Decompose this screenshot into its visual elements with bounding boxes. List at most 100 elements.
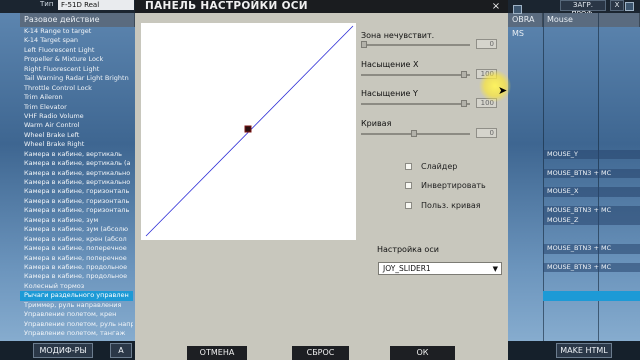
action-row[interactable]: Камера в кабине, поперечное — [20, 254, 133, 263]
action-row[interactable]: VHF Radio Volume — [20, 112, 133, 121]
mouse-binding-cell[interactable] — [543, 225, 640, 234]
mouse-binding-cell[interactable] — [543, 93, 640, 102]
mouse-binding-cell[interactable]: MOUSE_Z — [543, 215, 640, 226]
close-main-button[interactable]: Х — [610, 0, 624, 11]
mouse-binding-cell[interactable] — [543, 272, 640, 281]
saturation-x-slider[interactable] — [361, 71, 470, 78]
mouse-binding-cell[interactable] — [543, 310, 640, 319]
ok-button[interactable]: ОК — [390, 346, 455, 360]
action-row[interactable]: Throttle Control Lock — [20, 84, 133, 93]
scroll-button[interactable] — [513, 5, 522, 14]
action-row[interactable]: Trim Elevator — [20, 103, 133, 112]
saturation-y-slider[interactable] — [361, 100, 470, 107]
window-button[interactable] — [625, 2, 634, 11]
action-row[interactable]: Left Fluorescent Light — [20, 46, 133, 55]
mouse-binding-cell[interactable] — [543, 121, 640, 130]
saturation-y-slider-thumb[interactable] — [461, 100, 467, 107]
curvature-value[interactable]: 0 — [476, 128, 497, 138]
mouse-binding-cell[interactable] — [543, 254, 640, 263]
action-row[interactable]: Камера в кабине, крен (абсол — [20, 235, 133, 244]
action-row[interactable]: Камера в кабине, вертикально — [20, 169, 133, 178]
action-row[interactable]: Propeller & Mixture Lock — [20, 55, 133, 64]
header-action[interactable]: Разовое действие — [20, 13, 135, 27]
modifiers-button[interactable]: МОДИФ-РЫ — [33, 343, 93, 358]
action-row[interactable]: Камера в кабине, зум — [20, 216, 133, 225]
action-row[interactable]: Управление полетом, тангаж — [20, 329, 133, 338]
header-mouse[interactable]: Mouse — [543, 13, 640, 27]
action-row[interactable]: Камера в кабине, горизонталь — [20, 206, 133, 215]
action-row[interactable]: Триммер, руль направления — [20, 301, 133, 310]
action-row[interactable]: K-14 Range to target — [20, 27, 133, 36]
mouse-binding-cell[interactable] — [543, 301, 640, 310]
action-row[interactable]: Tail Warning Radar Light Brightn — [20, 74, 133, 83]
axis-select[interactable]: JOY_SLIDER1 ▼ — [378, 262, 502, 275]
deadzone-value[interactable]: 0 — [476, 39, 497, 49]
mouse-binding-cell[interactable] — [543, 46, 640, 55]
action-row[interactable]: Управление полетом, руль напр — [20, 320, 133, 329]
custom-curve-checkbox[interactable] — [405, 202, 412, 209]
mouse-binding-cell[interactable]: MOUSE_BTN3 + MC — [543, 244, 640, 254]
close-icon[interactable]: × — [490, 0, 502, 13]
mouse-binding-cell[interactable] — [543, 282, 640, 291]
mouse-binding-cell[interactable] — [543, 36, 640, 45]
load-profile-button[interactable]: ЗАГР. ПРОФ. — [560, 0, 606, 18]
action-row[interactable]: Камера в кабине, горизонталь — [20, 187, 133, 196]
mouse-cursor-icon: ➤ — [498, 84, 508, 97]
mouse-binding-cell[interactable] — [543, 131, 640, 140]
mouse-binding-cell[interactable] — [543, 55, 640, 64]
action-row[interactable]: Right Fluorescent Light — [20, 65, 133, 74]
action-row[interactable]: Камера в кабине, поперечное — [20, 244, 133, 253]
slider-checkbox[interactable] — [405, 163, 412, 170]
action-row[interactable]: Камера в кабине, зум (абсолю — [20, 225, 133, 234]
mouse-binding-cell[interactable] — [543, 27, 640, 36]
action-row[interactable]: Камера в кабине, продольное — [20, 272, 133, 281]
header-device[interactable]: OBRA MS — [508, 13, 543, 38]
mouse-binding-cell[interactable] — [543, 329, 640, 338]
deadzone-slider[interactable] — [361, 41, 470, 48]
action-row[interactable]: K-14 Target span — [20, 36, 133, 45]
mouse-binding-cell[interactable] — [543, 235, 640, 244]
make-html-button[interactable]: MAKE HTML — [556, 343, 612, 358]
curvature-slider-thumb[interactable] — [411, 130, 417, 137]
mouse-binding-cell[interactable]: MOUSE_BTN3 + MC — [543, 206, 640, 216]
reset-button[interactable]: СБРОС — [292, 346, 349, 360]
dialog-titlebar[interactable]: ПАНЕЛЬ НАСТРОЙКИ ОСИ × — [135, 0, 508, 13]
invert-checkbox[interactable] — [405, 182, 412, 189]
mouse-binding-cell[interactable]: MOUSE_BTN3 + MC — [543, 168, 640, 178]
action-row[interactable]: Камера в кабине, вертикаль — [20, 150, 133, 159]
mouse-binding-cell[interactable] — [543, 112, 640, 121]
bottom-button-a[interactable]: А — [110, 343, 132, 358]
mouse-binding-cell[interactable] — [543, 140, 640, 149]
action-row[interactable]: Trim Aileron — [20, 93, 133, 102]
action-row[interactable]: Камера в кабине, горизонталь — [20, 197, 133, 206]
action-row[interactable]: Warm Air Control — [20, 121, 133, 130]
saturation-x-slider-thumb[interactable] — [461, 71, 467, 78]
mouse-binding-cell[interactable] — [543, 74, 640, 83]
mouse-binding-cell[interactable] — [543, 197, 640, 206]
mouse-binding-cell[interactable] — [543, 159, 640, 168]
mouse-binding-cell[interactable] — [543, 178, 640, 187]
action-row[interactable]: Wheel Brake Right — [20, 140, 133, 149]
action-row[interactable]: Камера в кабине, продольное — [20, 263, 133, 272]
action-row[interactable]: Управление полетом, крен — [20, 310, 133, 319]
mouse-binding-cell[interactable] — [543, 103, 640, 112]
action-row[interactable]: Wheel Brake Left — [20, 131, 133, 140]
mouse-binding-cell[interactable] — [543, 291, 640, 301]
aircraft-type-select[interactable]: F-51D Real — [58, 0, 134, 10]
mouse-binding-cell[interactable] — [543, 84, 640, 93]
action-row[interactable]: Колесный тормоз — [20, 282, 133, 291]
deadzone-slider-thumb[interactable] — [361, 41, 367, 48]
mouse-binding-cell[interactable]: MOUSE_BTN3 + MC — [543, 262, 640, 273]
action-list: K-14 Range to target K-14 Target span Left… — [20, 27, 133, 338]
mouse-binding-cell[interactable]: MOUSE_X — [543, 187, 640, 197]
action-row[interactable]: Камера в кабине, вертикаль (а — [20, 159, 133, 168]
curvature-slider[interactable] — [361, 130, 470, 137]
slider-checkbox-label: Слайдер — [421, 162, 458, 171]
mouse-binding-cell[interactable] — [543, 65, 640, 74]
cancel-button[interactable]: ОТМЕНА — [187, 346, 247, 360]
action-row[interactable]: Камера в кабине, вертикально — [20, 178, 133, 187]
action-row[interactable]: Рычаги раздельного управлен — [20, 291, 133, 301]
mouse-binding-cell[interactable] — [543, 320, 640, 329]
curvature-label: Кривая — [361, 119, 392, 128]
mouse-binding-cell[interactable]: MOUSE_Y — [543, 149, 640, 160]
